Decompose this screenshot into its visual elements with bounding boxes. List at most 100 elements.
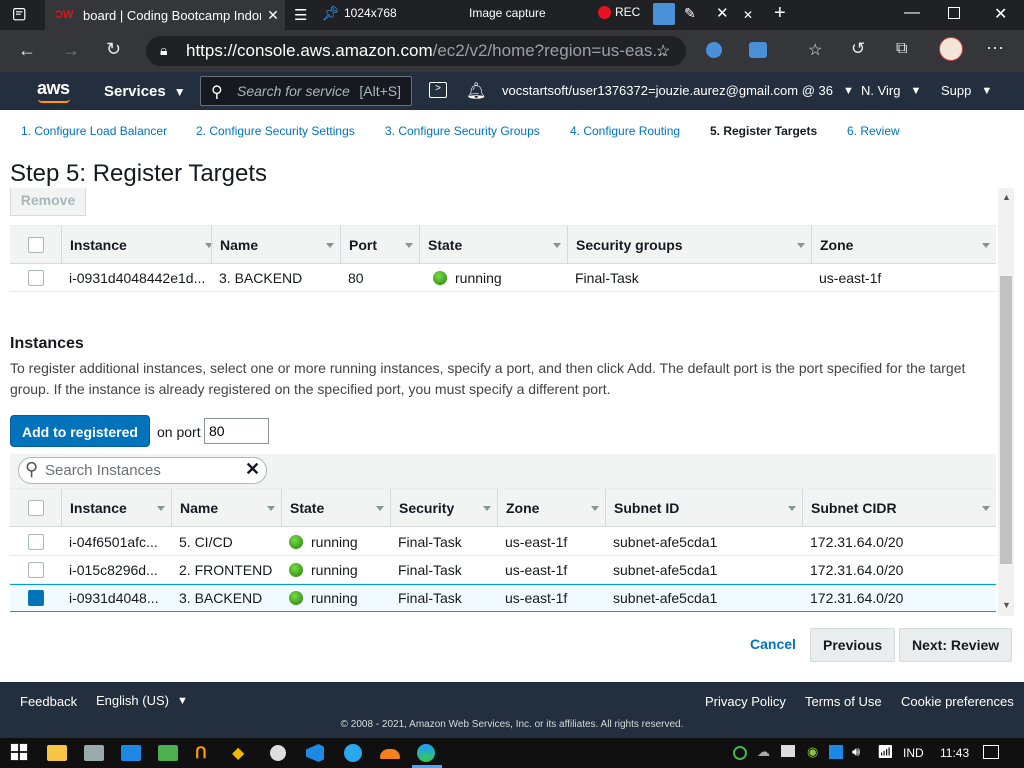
account-menu[interactable]: vocstartsoft/user1376372=jouzie.aurez@gm… xyxy=(502,83,854,98)
telegram-icon[interactable] xyxy=(344,744,362,762)
col-security-groups[interactable]: Security groups xyxy=(567,226,811,263)
row-checkbox[interactable] xyxy=(27,561,44,578)
col-instance[interactable]: Instance xyxy=(61,226,219,263)
windows-start-icon[interactable] xyxy=(10,743,30,763)
browser-tab-active[interactable]: ϽW board | Coding Bootcamp Indon ✕ xyxy=(45,0,285,30)
minimize-icon[interactable]: — xyxy=(904,4,920,22)
pin-icon[interactable]: 📌︎ xyxy=(322,5,340,22)
back-icon[interactable]: ← xyxy=(18,40,36,61)
tray-icon-status[interactable] xyxy=(733,746,747,760)
cloudshell-icon[interactable]: > xyxy=(429,82,447,98)
step-3-link[interactable]: 3. Configure Security Groups xyxy=(375,118,552,154)
extension-search-icon[interactable] xyxy=(706,42,722,58)
camera-icon[interactable] xyxy=(653,3,675,25)
notifications-icon[interactable] xyxy=(983,745,999,759)
tray-icon-battery[interactable] xyxy=(781,745,795,757)
more-options-icon[interactable]: ⋯ xyxy=(986,38,1004,59)
favorite-star-icon[interactable]: ☆ xyxy=(656,41,670,61)
col-name[interactable]: Name xyxy=(171,489,281,526)
onedrive-icon[interactable]: ☁ xyxy=(757,744,770,760)
scrollbar-thumb[interactable] xyxy=(1000,276,1012,564)
col-subnet-id[interactable]: Subnet ID xyxy=(605,489,802,526)
terms-of-use-link[interactable]: Terms of Use xyxy=(805,694,882,709)
github-icon[interactable] xyxy=(270,745,286,761)
volume-icon[interactable]: 🔊︎ xyxy=(852,744,860,760)
url-field[interactable]: 🔒︎ https://console.aws.amazon.com/ec2/v2… xyxy=(146,36,686,66)
scroll-up-icon[interactable]: ▲ xyxy=(1002,192,1011,202)
language-menu[interactable]: English (US) ▼ xyxy=(96,693,188,708)
col-zone[interactable]: Zone xyxy=(497,489,605,526)
step-2-link[interactable]: 2. Configure Security Settings xyxy=(186,118,366,154)
app-icon-3[interactable] xyxy=(158,745,178,761)
table-row[interactable]: i-015c8296d... 2. FRONTEND running Final… xyxy=(10,556,996,584)
col-zone[interactable]: Zone xyxy=(811,226,996,263)
search-instances-input[interactable]: ⚲ Search Instances ✕ xyxy=(18,457,267,484)
restore-icon[interactable] xyxy=(948,7,960,19)
services-menu[interactable]: Services ▼ xyxy=(104,83,186,100)
select-all-checkbox-cell[interactable] xyxy=(10,489,61,526)
notifications-bell-icon[interactable]: 🔔︎ xyxy=(466,81,486,101)
history-icon[interactable]: ↺ xyxy=(851,39,865,59)
support-menu[interactable]: Supp ▼ xyxy=(941,83,992,98)
service-search-input[interactable]: ⚲ Search for service [Alt+S] xyxy=(200,76,412,106)
select-all-checkbox-cell[interactable] xyxy=(10,226,61,263)
scroll-down-icon[interactable]: ▼ xyxy=(1002,600,1011,610)
add-to-registered-button[interactable]: Add to registered xyxy=(10,415,150,447)
close-tab-small-icon[interactable]: ✕ xyxy=(743,8,753,22)
col-state[interactable]: State xyxy=(419,226,567,263)
step-5-link[interactable]: 5. Register Targets xyxy=(700,118,827,154)
select-all-checkbox[interactable] xyxy=(27,499,44,516)
col-instance[interactable]: Instance xyxy=(61,489,171,526)
next-review-button[interactable]: Next: Review xyxy=(899,628,1013,662)
feedback-link[interactable]: Feedback xyxy=(20,694,77,709)
tab-actions-icon[interactable] xyxy=(12,7,28,23)
vscode-icon[interactable] xyxy=(306,744,324,762)
edge-icon[interactable] xyxy=(417,744,435,762)
row-checkbox-cell[interactable] xyxy=(10,585,61,611)
pencil-icon[interactable]: ✎ xyxy=(684,5,696,22)
tab-close-icon[interactable]: ✕ xyxy=(261,7,285,24)
cancel-link[interactable]: Cancel xyxy=(750,636,796,652)
port-input[interactable] xyxy=(204,418,269,444)
tray-icon-nvidia[interactable]: ◉ xyxy=(807,744,818,760)
app-icon-4[interactable]: ᑎ xyxy=(195,743,215,763)
row-checkbox[interactable] xyxy=(27,533,44,550)
tray-icon-bluetooth[interactable] xyxy=(829,745,843,759)
row-checkbox-cell[interactable] xyxy=(10,528,61,555)
app-icon-1[interactable] xyxy=(84,745,104,761)
scrollbar-track[interactable]: ▲ ▼ xyxy=(998,188,1014,616)
favorites-icon[interactable]: ☆ xyxy=(808,40,822,60)
col-port[interactable]: Port xyxy=(340,226,419,263)
app-icon-2[interactable] xyxy=(121,745,141,761)
step-1-link[interactable]: 1. Configure Load Balancer xyxy=(11,118,176,154)
aws-logo[interactable]: aws xyxy=(37,78,70,99)
step-6-link[interactable]: 6. Review xyxy=(837,118,910,154)
window-close-icon[interactable]: ✕ xyxy=(994,4,1007,24)
table-row-selected[interactable]: i-0931d4048... 3. BACKEND running Final-… xyxy=(10,584,996,612)
git-icon[interactable]: ◆ xyxy=(232,743,252,763)
input-language[interactable]: IND xyxy=(903,746,924,760)
cookie-preferences-link[interactable]: Cookie preferences xyxy=(901,694,1014,709)
previous-button[interactable]: Previous xyxy=(810,628,896,662)
col-name[interactable]: Name xyxy=(211,226,340,263)
close-capture-icon[interactable]: ✕ xyxy=(716,4,729,22)
col-subnet-cidr[interactable]: Subnet CIDR xyxy=(802,489,996,526)
reload-icon[interactable]: ↻ xyxy=(106,39,121,60)
rec-button[interactable]: REC xyxy=(598,5,640,19)
extension-capture-icon[interactable] xyxy=(749,42,767,58)
row-checkbox-cell[interactable] xyxy=(10,556,61,583)
row-checkbox-checked[interactable] xyxy=(27,590,44,606)
col-state[interactable]: State xyxy=(281,489,390,526)
table-row[interactable]: i-0931d4048442e1d... 3. BACKEND 80 runni… xyxy=(10,264,996,292)
cloudflare-icon[interactable] xyxy=(380,749,400,759)
region-menu[interactable]: N. Virg ▼ xyxy=(861,83,921,98)
collections-icon[interactable]: ⧉ xyxy=(896,40,907,58)
step-4-link[interactable]: 4. Configure Routing xyxy=(560,118,690,154)
menu-icon[interactable]: ☰ xyxy=(294,6,307,24)
table-row[interactable]: i-04f6501afc... 5. CI/CD running Final-T… xyxy=(10,528,996,556)
row-checkbox-cell[interactable] xyxy=(10,264,61,291)
profile-avatar[interactable] xyxy=(939,37,963,61)
new-tab-icon[interactable]: + xyxy=(774,2,786,25)
clock[interactable]: 11:43 xyxy=(940,746,969,760)
row-checkbox[interactable] xyxy=(27,269,44,286)
